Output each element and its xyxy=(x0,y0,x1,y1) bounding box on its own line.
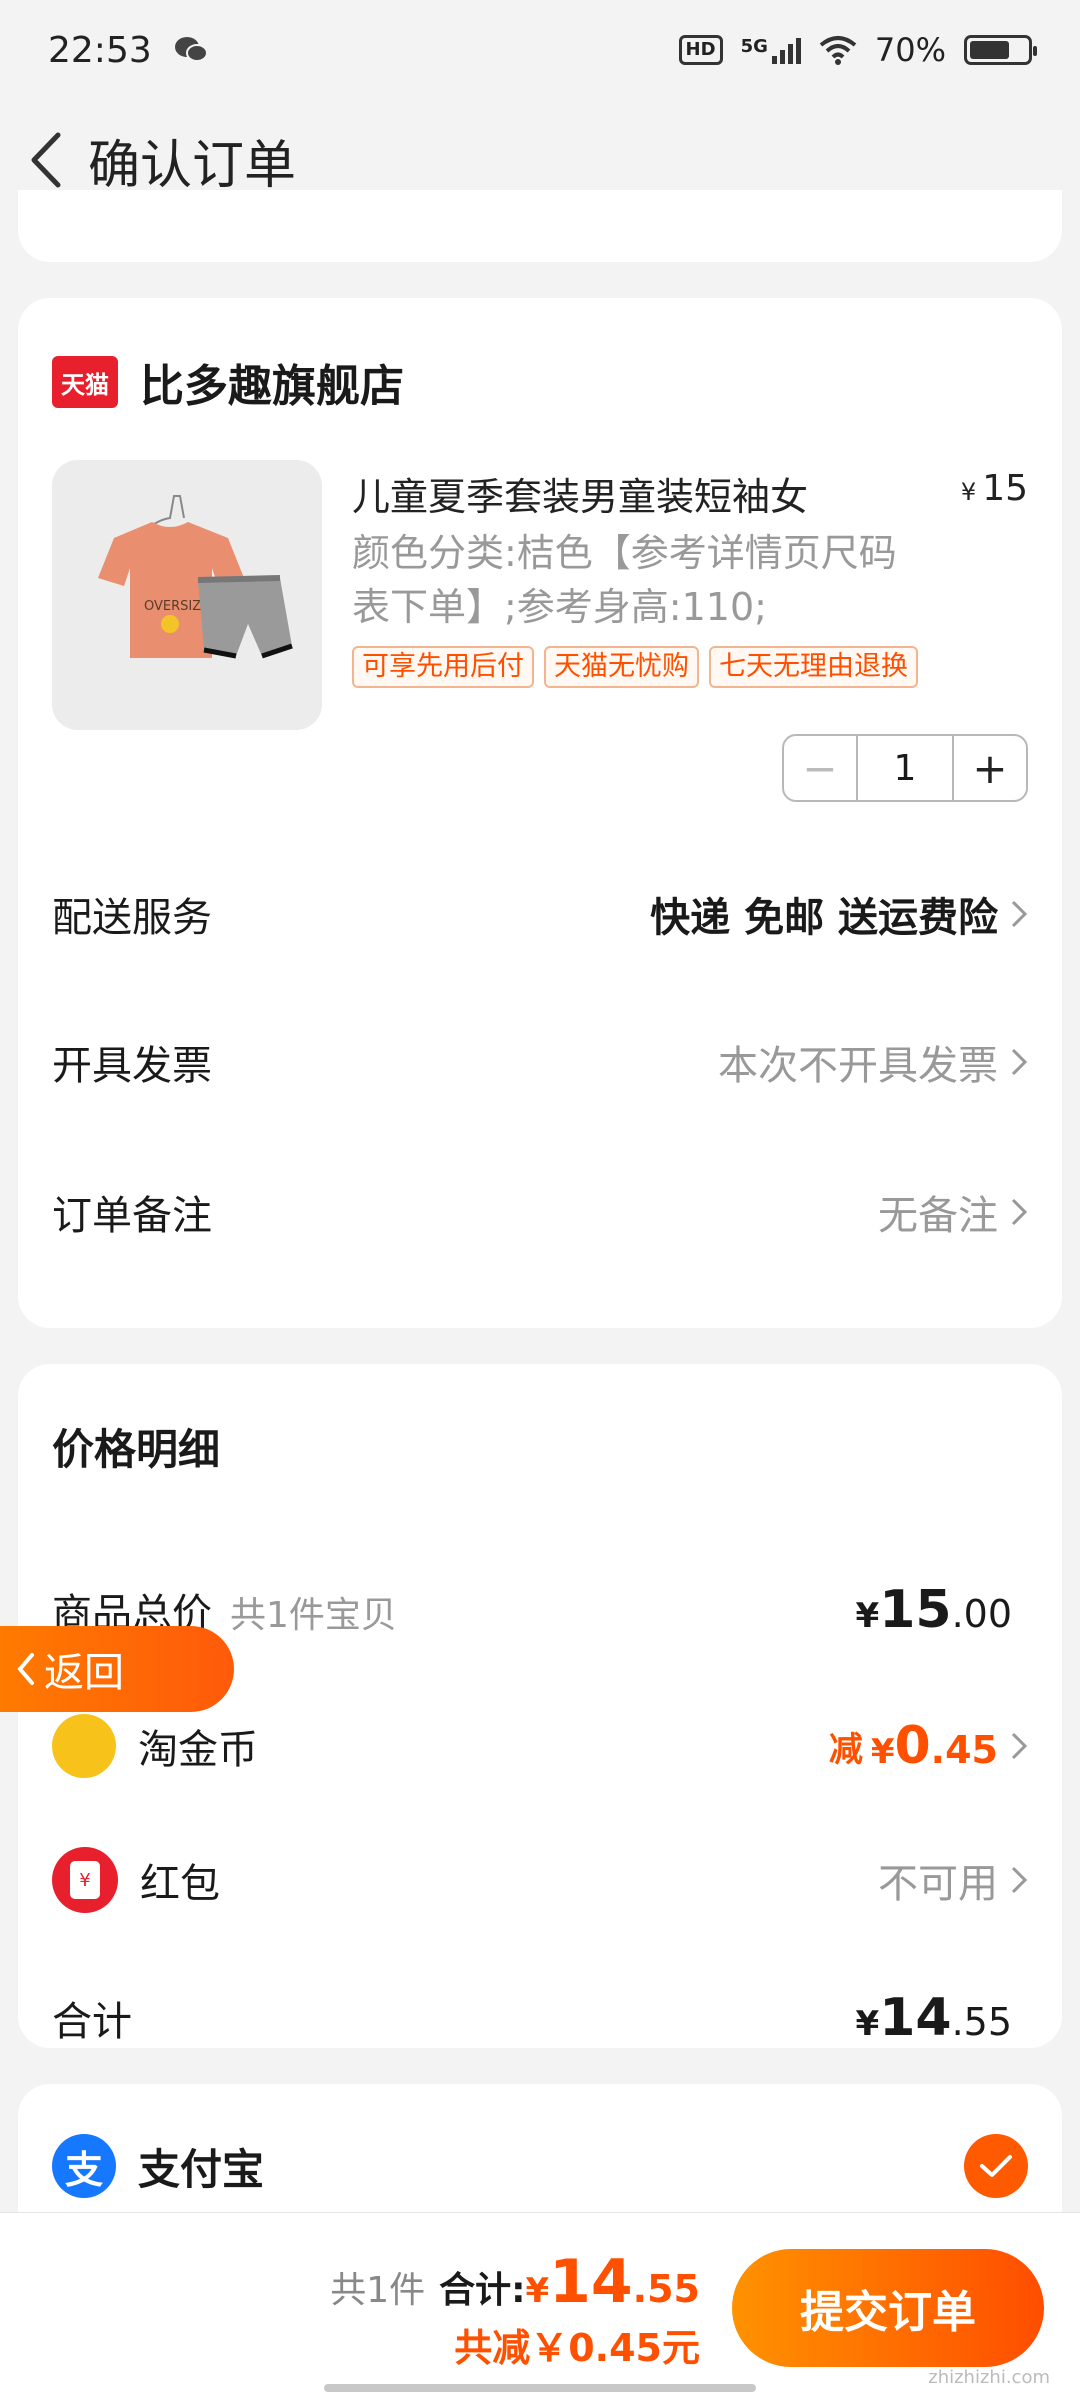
coin-icon xyxy=(52,1714,116,1778)
alipay-option[interactable]: 支 支付宝 xyxy=(52,2126,1028,2206)
total-currency: ¥ xyxy=(855,2004,880,2044)
tmall-logo: 天猫 xyxy=(52,356,118,408)
goods-total-dec: .00 xyxy=(951,1592,1012,1636)
cellular-signal-icon: 5G xyxy=(741,36,801,64)
wechat-icon xyxy=(174,37,208,62)
delivery-value: 快递 免邮 送运费险 xyxy=(650,885,1028,943)
wifi-icon xyxy=(819,36,857,65)
alipay-name: 支付宝 xyxy=(138,2144,265,2194)
bottom-total-currency: ¥ xyxy=(525,2271,550,2311)
kids-outfit-image: OVERSIZE xyxy=(52,460,322,730)
quantity-stepper: − 1 + xyxy=(782,734,1028,802)
red-packet-envelope: ¥ xyxy=(70,1861,100,1899)
chevron-left-icon xyxy=(17,1653,34,1685)
red-packet-row[interactable]: ¥ 红包 不可用 xyxy=(52,1840,1028,1920)
red-packet-icon: ¥ xyxy=(52,1847,118,1913)
product-image[interactable]: OVERSIZE xyxy=(52,460,322,730)
address-card-bottom xyxy=(18,190,1062,262)
taojinbi-int: 0 xyxy=(894,1716,931,1776)
chevron-right-icon xyxy=(1011,1048,1028,1076)
delivery-value-text: 快递 免邮 送运费险 xyxy=(650,895,998,941)
order-note-row[interactable]: 订单备注 无备注 xyxy=(52,1172,1028,1252)
watermark: zhizhizhi.com xyxy=(928,2367,1050,2388)
discount-prefix: 减 xyxy=(828,1729,863,1770)
product-price-value: 15 xyxy=(982,468,1028,509)
floating-back-button[interactable]: 返回 xyxy=(0,1626,234,1712)
product-price-currency: ¥ xyxy=(960,478,977,506)
taojinbi-currency: ¥ xyxy=(870,1732,895,1772)
total-int: 14 xyxy=(879,1988,952,2048)
red-packet-label-group: ¥ 红包 xyxy=(52,1847,220,1913)
taojinbi-dec: .45 xyxy=(930,1728,998,1772)
bottom-submit-bar: 共1件 合计: ¥ 14 .55 共减￥0.45元 提交订单 zhizhizhi… xyxy=(0,2212,1080,2400)
bottom-total: 共1件 合计: ¥ 14 .55 xyxy=(330,2247,700,2317)
red-packet-value: 不可用 xyxy=(878,1851,1028,1909)
selected-check-icon[interactable] xyxy=(964,2134,1028,2198)
order-note-value: 无备注 xyxy=(878,1183,1028,1241)
total-label: 合计 xyxy=(52,1999,132,2045)
chevron-right-icon xyxy=(1011,1866,1028,1894)
order-item-card: 天猫 比多趣旗舰店 OVERSIZE 儿童夏季套装男童装短袖女 ¥15 颜色分类… xyxy=(18,298,1062,1328)
invoice-value-text: 本次不开具发票 xyxy=(718,1043,998,1089)
total-dec: .55 xyxy=(951,2000,1012,2044)
store-name: 比多趣旗舰店 xyxy=(140,361,404,412)
bottom-total-int: 14 xyxy=(549,2247,633,2317)
network-type: 5G xyxy=(740,36,768,57)
tag-pay-later: 可享先用后付 xyxy=(352,646,534,688)
increase-quantity-button[interactable]: + xyxy=(954,736,1026,800)
invoice-row[interactable]: 开具发票 本次不开具发票 xyxy=(52,1022,1028,1102)
order-note-label: 订单备注 xyxy=(52,1193,212,1239)
bottom-saving: 共减￥0.45元 xyxy=(454,2326,700,2370)
bottom-item-count: 共1件 xyxy=(330,2270,426,2311)
invoice-value: 本次不开具发票 xyxy=(718,1033,1028,1091)
home-indicator[interactable] xyxy=(324,2384,756,2392)
tmall-logo-text: 天猫 xyxy=(61,370,109,399)
taojinbi-row[interactable]: 淘金币 减 ¥0.45 xyxy=(52,1706,1028,1786)
red-packet-value-text: 不可用 xyxy=(878,1861,998,1907)
goods-total-int: 15 xyxy=(879,1580,952,1640)
page-title: 确认订单 xyxy=(88,135,297,196)
goods-total-amount: ¥15.00 xyxy=(856,1580,1012,1640)
taojinbi-label: 淘金币 xyxy=(138,1727,258,1773)
chevron-right-icon xyxy=(1011,1198,1028,1226)
alipay-label-group: 支 支付宝 xyxy=(52,2134,264,2198)
tag-tmall-worry-free: 天猫无忧购 xyxy=(544,646,699,688)
taojinbi-label-group: 淘金币 xyxy=(52,1714,258,1778)
submit-order-button[interactable]: 提交订单 xyxy=(732,2249,1044,2367)
goods-total-count: 共1件宝贝 xyxy=(230,1595,397,1636)
quantity-value[interactable]: 1 xyxy=(856,736,954,800)
product-price: ¥15 xyxy=(961,468,1028,509)
decrease-quantity-button[interactable]: − xyxy=(784,736,856,800)
floating-back-label: 返回 xyxy=(44,1650,124,1696)
total-row: 合计 ¥14.55 xyxy=(52,1978,1028,2058)
tag-seven-day-return: 七天无理由退换 xyxy=(709,646,918,688)
total-amount: ¥14.55 xyxy=(856,1988,1012,2048)
back-button[interactable] xyxy=(20,130,70,190)
hd-icon: HD xyxy=(678,35,723,65)
delivery-row[interactable]: 配送服务 快递 免邮 送运费险 xyxy=(52,874,1028,954)
service-tags: 可享先用后付 天猫无忧购 七天无理由退换 xyxy=(352,646,918,688)
invoice-label: 开具发票 xyxy=(52,1043,212,1089)
bottom-total-dec: .55 xyxy=(632,2267,700,2311)
bottom-total-label: 合计: xyxy=(439,2270,526,2311)
store-header[interactable]: 天猫 比多趣旗舰店 xyxy=(52,350,404,414)
battery-icon xyxy=(964,35,1037,65)
status-bar: 22:53 HD 5G 70% xyxy=(0,0,1080,100)
chevron-right-icon xyxy=(1011,900,1028,928)
battery-percent: 70% xyxy=(874,31,946,69)
product-spec[interactable]: 颜色分类:桔色【参考详情页尺码表下单】;参考身高:110; xyxy=(352,526,912,634)
status-time: 22:53 xyxy=(48,29,152,71)
red-packet-label: 红包 xyxy=(140,1861,220,1907)
shirt-print: OVERSIZE xyxy=(144,599,209,614)
goods-total-currency: ¥ xyxy=(855,1596,880,1636)
alipay-icon: 支 xyxy=(52,2134,116,2198)
price-detail-title: 价格明细 xyxy=(52,1425,221,1474)
delivery-label: 配送服务 xyxy=(52,895,212,941)
taojinbi-value: 减 ¥0.45 xyxy=(829,1716,1028,1776)
product-title[interactable]: 儿童夏季套装男童装短袖女 xyxy=(352,466,912,521)
chevron-right-icon xyxy=(1011,1732,1028,1760)
chevron-left-icon xyxy=(31,132,61,188)
order-note-value-text: 无备注 xyxy=(878,1193,998,1239)
taojinbi-amount: ¥0.45 xyxy=(871,1716,998,1776)
